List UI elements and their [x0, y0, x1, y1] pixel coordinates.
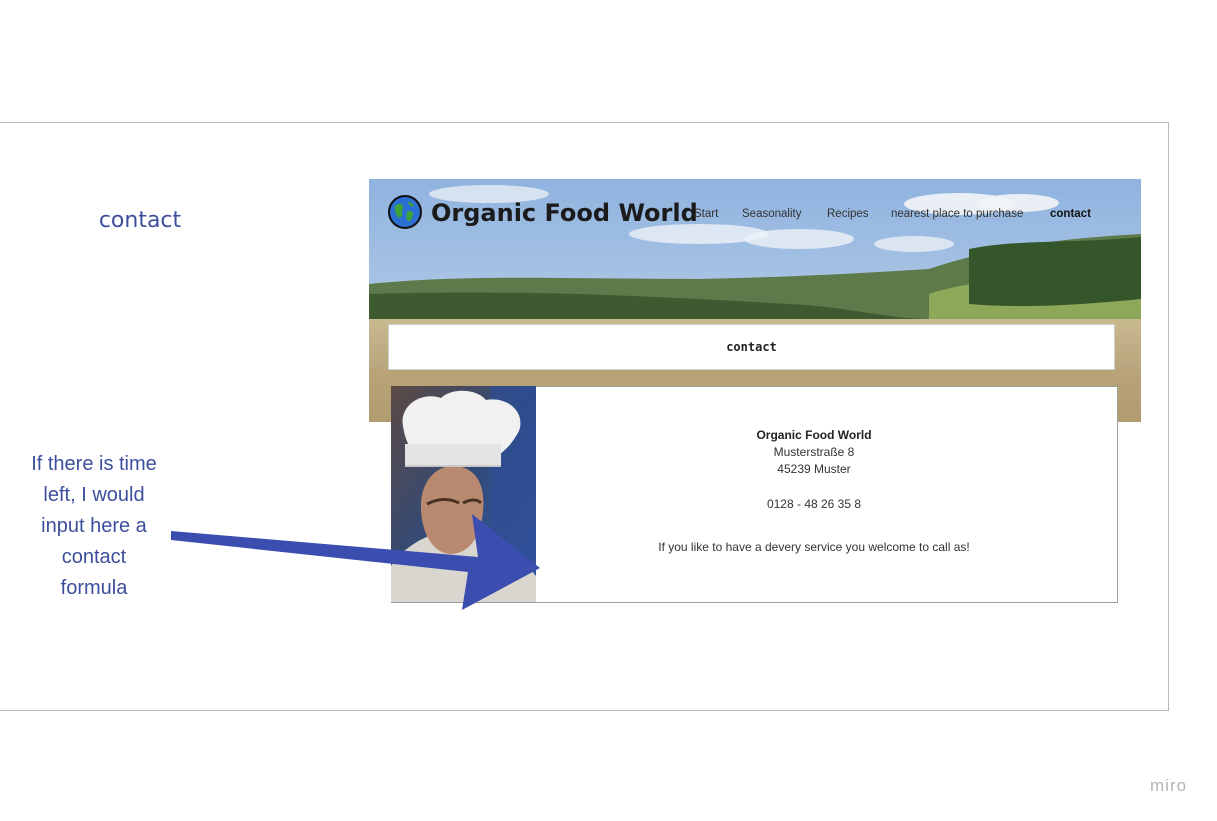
- city-address: 45239 Muster: [777, 462, 851, 476]
- phone-number[interactable]: 0128 - 48 26 35 8: [536, 496, 1092, 513]
- company-name: Organic Food World: [756, 428, 872, 442]
- nav-item-start[interactable]: Start: [694, 208, 718, 220]
- contact-info: Organic Food World Musterstraße 8 45239 …: [536, 427, 1092, 556]
- miro-watermark: miro: [1150, 776, 1188, 795]
- note-line: formula: [60, 577, 128, 599]
- delivery-text: If you like to have a devery service you…: [658, 540, 970, 554]
- nav-item-nearest-place[interactable]: nearest place to purchase: [891, 208, 1023, 220]
- nav-item-contact[interactable]: contact: [1050, 208, 1091, 220]
- page-title: contact: [98, 208, 182, 233]
- nav-item-recipes[interactable]: Recipes: [827, 208, 869, 220]
- section-heading-bar: contact: [388, 324, 1115, 370]
- nav-item-seasonality[interactable]: Seasonality: [742, 208, 801, 220]
- note-line: contact: [61, 546, 127, 568]
- brand-name[interactable]: Organic Food World: [431, 199, 698, 227]
- street-address: Musterstraße 8: [773, 445, 855, 459]
- annotation-note: If there is time left, I would input her…: [14, 449, 174, 604]
- note-line: If there is time: [31, 453, 157, 475]
- note-line: input here a: [41, 515, 147, 537]
- note-line: left, I would: [43, 484, 145, 506]
- chef-portrait-image: [391, 386, 536, 602]
- globe-icon[interactable]: [388, 195, 422, 229]
